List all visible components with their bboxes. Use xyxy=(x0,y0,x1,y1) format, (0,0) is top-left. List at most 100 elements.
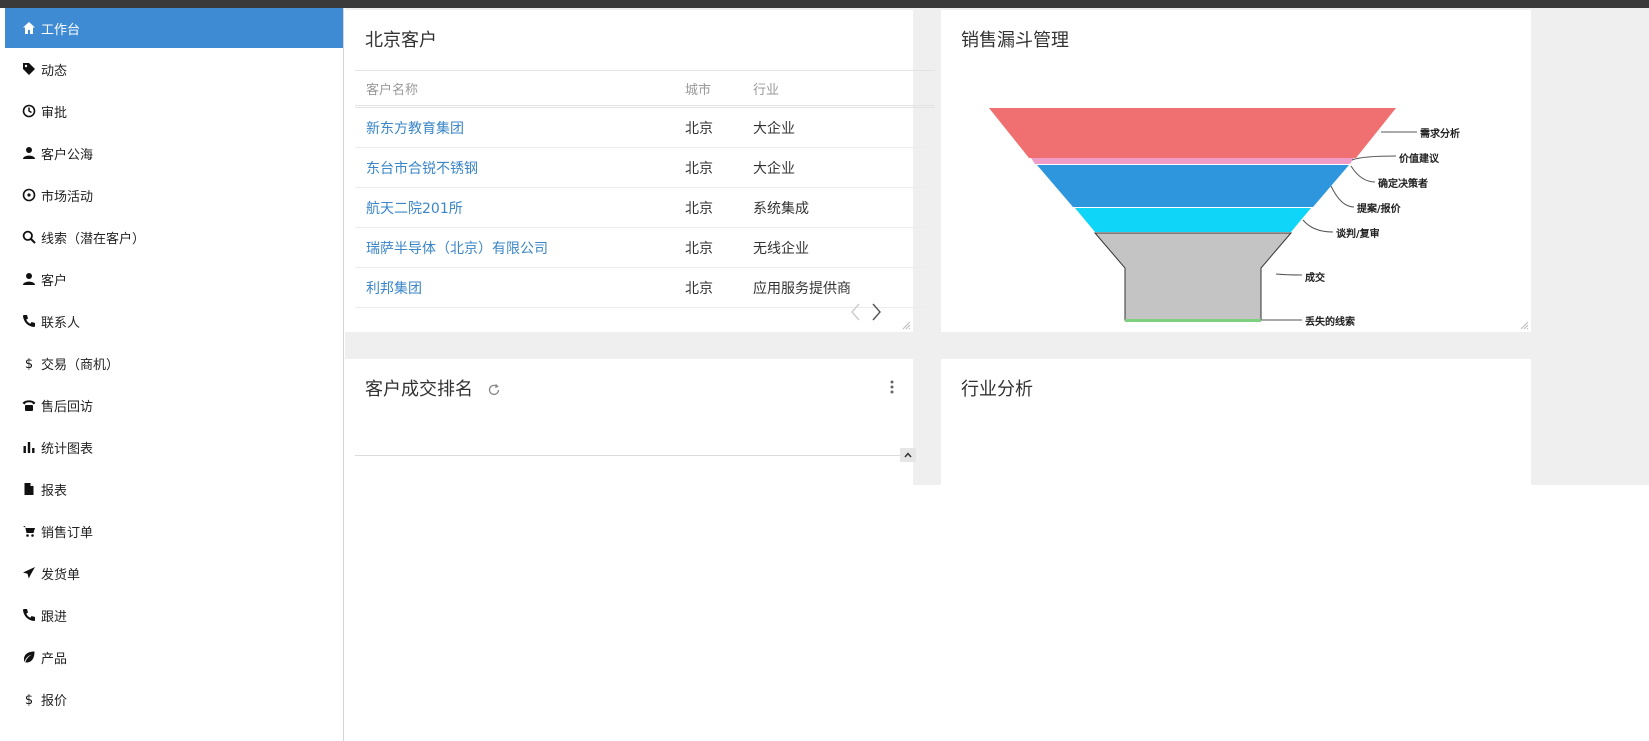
table-row: 航天二院201所 北京 系统集成 xyxy=(355,188,935,228)
customer-ranking-panel: 客户成交排名 xyxy=(345,359,916,485)
sidebar-item-9[interactable]: 售后回访 xyxy=(5,384,343,426)
home-icon xyxy=(20,19,38,37)
refresh-icon[interactable] xyxy=(487,383,501,397)
next-page-icon[interactable] xyxy=(869,302,883,322)
sidebar: 工作台 动态审批客户公海市场活动线索（潜在客户） 客户联系人 $ 交易（商机） 售后回访统… xyxy=(5,8,344,741)
file-icon xyxy=(20,480,38,498)
phone-icon xyxy=(20,606,38,624)
user-icon xyxy=(20,144,38,162)
funnel-chart: 需求分析价值建议确定决策者提案/报价谈判/复审成交丢失的线索 xyxy=(989,108,1460,328)
customer-city: 北京 xyxy=(685,120,713,137)
collapse-up-icon[interactable] xyxy=(900,448,916,462)
panel-title-row: 客户成交排名 xyxy=(365,375,501,401)
target-icon xyxy=(20,186,38,204)
dollar-icon: $ xyxy=(20,354,38,372)
funnel-segment-6[interactable] xyxy=(1125,319,1261,322)
customer-name-link[interactable]: 东台市合锐不锈钢 xyxy=(355,158,683,178)
customer-name-link[interactable]: 航天二院201所 xyxy=(355,198,683,218)
table-header: 客户名称 城市 行业 xyxy=(355,70,935,108)
search-icon xyxy=(20,228,38,246)
customer-city: 北京 xyxy=(685,200,713,217)
table-row: 新东方教育集团 北京 大企业 xyxy=(355,108,935,148)
funnel-stage-label: 成交 xyxy=(1305,271,1325,284)
table-row: 东台市合锐不锈钢 北京 大企业 xyxy=(355,148,935,188)
sidebar-item-label: 售后回访 xyxy=(41,399,94,415)
customer-city: 北京 xyxy=(685,240,713,257)
sidebar-item-0[interactable]: 工作台 xyxy=(5,8,343,48)
sidebar-item-label: 报价 xyxy=(41,693,68,709)
funnel-stage-label: 丢失的线索 xyxy=(1305,315,1355,328)
column-header-city[interactable]: 城市 xyxy=(683,79,749,98)
funnel-segment-2[interactable] xyxy=(1037,165,1349,207)
sidebar-item-16[interactable]: $ 报价 xyxy=(5,678,343,720)
sidebar-item-label: 审批 xyxy=(41,105,68,121)
funnel-segment-0[interactable] xyxy=(989,108,1396,158)
table-row: 利邦集团 北京 应用服务提供商 xyxy=(355,268,935,308)
funnel-stage-label: 需求分析 xyxy=(1420,127,1460,140)
column-header-name[interactable]: 客户名称 xyxy=(355,79,683,98)
sidebar-item-15[interactable]: 产品 xyxy=(5,636,343,678)
svg-text:$: $ xyxy=(25,693,33,706)
dashboard-grid: 北京客户 客户名称 城市 行业 新东方教育集团 北京 大企业 东台市合锐不锈钢 北京 大企… xyxy=(345,8,1649,485)
sidebar-item-14[interactable]: 跟进 xyxy=(5,594,343,636)
customer-city: 北京 xyxy=(685,160,713,177)
svg-text:$: $ xyxy=(25,357,33,370)
sidebar-item-7[interactable]: 联系人 xyxy=(5,300,343,342)
panel-title: 北京客户 xyxy=(365,30,437,51)
send-icon xyxy=(20,564,38,582)
column-header-industry[interactable]: 行业 xyxy=(749,79,935,98)
table-row: 瑞萨半导体（北京）有限公司 北京 无线企业 xyxy=(355,228,935,268)
customer-name-link[interactable]: 新东方教育集团 xyxy=(355,118,683,138)
sidebar-item-label: 客户 xyxy=(41,273,68,289)
sidebar-item-6[interactable]: 客户 xyxy=(5,258,343,300)
customer-industry: 大企业 xyxy=(753,120,795,137)
customers-table: 客户名称 城市 行业 新东方教育集团 北京 大企业 东台市合锐不锈钢 北京 大企业 航天二院… xyxy=(355,70,935,308)
funnel-segment-3[interactable] xyxy=(1075,208,1311,232)
sidebar-item-label: 销售订单 xyxy=(41,525,94,541)
sidebar-item-1[interactable]: 动态 xyxy=(5,48,343,90)
funnel-label-line xyxy=(1330,185,1355,208)
customer-industry: 无线企业 xyxy=(753,240,809,257)
phone-icon xyxy=(20,312,38,330)
prev-page-icon[interactable] xyxy=(849,302,863,322)
resize-grip-icon[interactable] xyxy=(901,320,911,330)
sidebar-item-label: 市场活动 xyxy=(41,189,94,205)
clock-icon xyxy=(20,102,38,120)
customer-name-link[interactable]: 利邦集团 xyxy=(355,278,683,298)
sidebar-item-8[interactable]: $ 交易（商机） xyxy=(5,342,343,384)
funnel-stage-label: 提案/报价 xyxy=(1357,202,1402,215)
customer-industry: 应用服务提供商 xyxy=(753,280,851,297)
sidebar-item-4[interactable]: 市场活动 xyxy=(5,174,343,216)
sidebar-item-11[interactable]: 报表 xyxy=(5,468,343,510)
resize-grip-icon[interactable] xyxy=(1519,320,1529,330)
divider xyxy=(355,455,915,456)
sidebar-item-label: 发货单 xyxy=(41,567,81,583)
sidebar-item-label: 线索（潜在客户） xyxy=(41,231,146,247)
industry-analysis-panel: 行业分析 xyxy=(941,359,1531,485)
sidebar-item-5[interactable]: 线索（潜在客户） xyxy=(5,216,343,258)
funnel-stage-label: 价值建议 xyxy=(1399,152,1440,165)
sidebar-item-label: 统计图表 xyxy=(41,441,94,457)
sidebar-item-13[interactable]: 发货单 xyxy=(5,552,343,594)
customer-city: 北京 xyxy=(685,280,713,297)
customer-name-link[interactable]: 瑞萨半导体（北京）有限公司 xyxy=(355,238,683,258)
funnel-segment-1[interactable] xyxy=(1031,158,1354,164)
customer-industry: 系统集成 xyxy=(753,200,809,217)
leaf-icon xyxy=(20,648,38,666)
sidebar-item-12[interactable]: 销售订单 xyxy=(5,510,343,552)
funnel-label-line xyxy=(1351,155,1397,161)
sidebar-item-label: 跟进 xyxy=(41,609,68,625)
funnel-segment-5[interactable] xyxy=(1093,232,1293,321)
top-bar xyxy=(0,0,1649,8)
tag-icon xyxy=(20,60,38,78)
sidebar-item-10[interactable]: 统计图表 xyxy=(5,426,343,468)
sidebar-item-2[interactable]: 审批 xyxy=(5,90,343,132)
main-content: 北京客户 客户名称 城市 行业 新东方教育集团 北京 大企业 东台市合锐不锈钢 北京 大企… xyxy=(345,8,1649,741)
funnel-label-line xyxy=(1275,273,1303,276)
cart-icon xyxy=(20,522,38,540)
sales-funnel-panel: 销售漏斗管理 需求分析 价值建议 确定决策者 提案/报价 谈判/复审 成交 丢失的线索 xyxy=(941,10,1531,332)
more-options-icon[interactable] xyxy=(889,379,895,395)
sidebar-item-3[interactable]: 客户公海 xyxy=(5,132,343,174)
bar-chart-icon xyxy=(20,438,38,456)
funnel-stage-label: 谈判/复审 xyxy=(1336,227,1380,240)
